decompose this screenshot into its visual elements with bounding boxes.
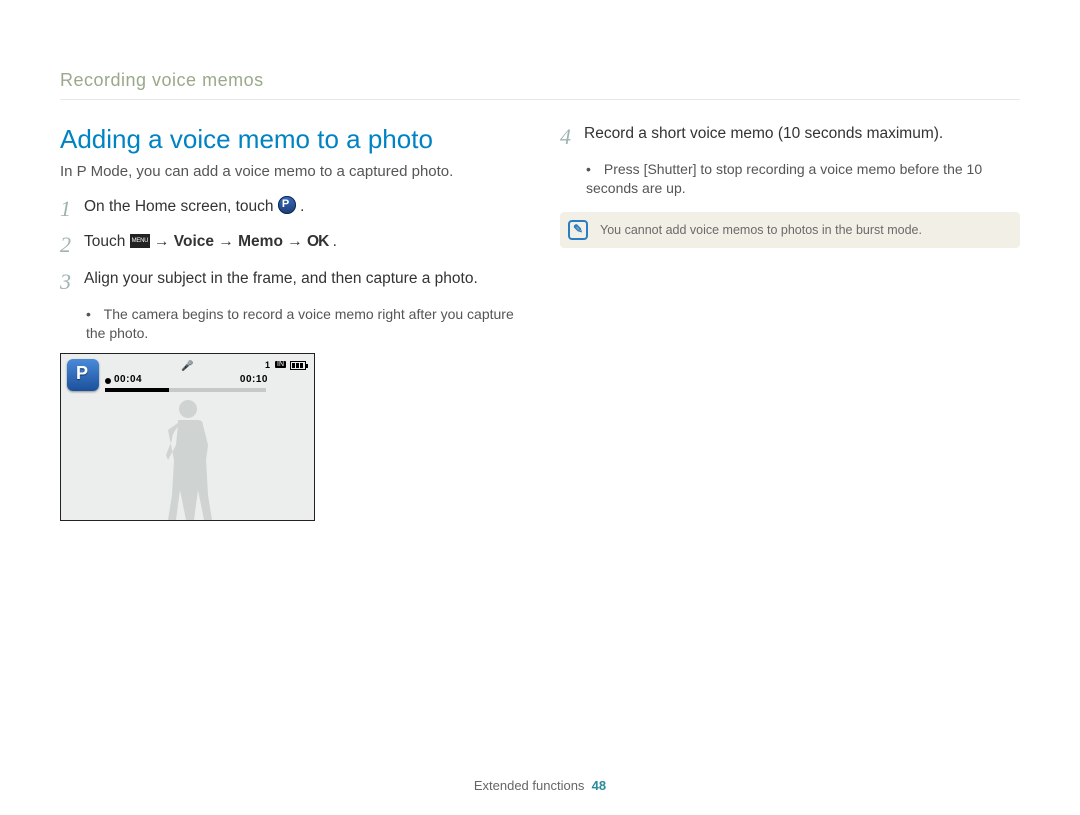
step-1-text-post: . <box>300 198 304 215</box>
record-progress <box>105 388 266 392</box>
step-number: 1 <box>60 196 84 222</box>
arrow-sep: → <box>154 233 174 250</box>
note-text: You cannot add voice memos to photos in … <box>600 223 922 237</box>
step-body: On the Home screen, touch . <box>84 196 304 222</box>
step-body: Align your subject in the frame, and the… <box>84 269 478 295</box>
bullet-text-pre: Press [ <box>604 161 648 177</box>
note-icon: ✎ <box>568 220 588 240</box>
right-column: 4 Record a short voice memo (10 seconds … <box>560 124 1020 521</box>
note-box: ✎ You cannot add voice memos to photos i… <box>560 212 1020 248</box>
record-dot-icon <box>105 378 111 384</box>
page-footer: Extended functions 48 <box>0 778 1080 793</box>
step-number: 2 <box>60 232 84 258</box>
two-column-layout: Adding a voice memo to a photo In P Mode… <box>60 124 1020 521</box>
bullet-dot: • <box>86 305 100 324</box>
p-mode-icon <box>278 196 296 214</box>
step-2: 2 Touch → Voice → Memo → OK . <box>60 232 520 258</box>
intro-text: In P Mode, you can add a voice memo to a… <box>60 163 520 180</box>
elapsed-time: 00:04 <box>114 374 142 385</box>
bullet-text: The camera begins to record a voice memo… <box>86 306 514 341</box>
footer-section: Extended functions <box>474 778 585 793</box>
step-number: 4 <box>560 124 584 150</box>
storage-in-badge: IN <box>275 361 286 368</box>
arrow-sep: → <box>287 233 307 250</box>
memo-label: Memo <box>238 233 283 250</box>
step-3: 3 Align your subject in the frame, and t… <box>60 269 520 295</box>
step-1: 1 On the Home screen, touch . <box>60 196 520 222</box>
step-body: Touch → Voice → Memo → OK . <box>84 232 337 258</box>
ok-icon: OK <box>307 233 328 250</box>
p-badge-icon <box>67 359 99 391</box>
step-2-post: . <box>333 233 337 250</box>
step-4-bullet: • Press [Shutter] to stop recording a vo… <box>586 160 1020 198</box>
menu-icon <box>130 234 150 248</box>
step-3-bullet: • The camera begins to record a voice me… <box>86 305 520 343</box>
progress-fill <box>105 388 169 392</box>
manual-page: Recording voice memos Adding a voice mem… <box>0 0 1080 815</box>
battery-icon <box>290 361 306 370</box>
step-4: 4 Record a short voice memo (10 seconds … <box>560 124 1020 150</box>
arrow-sep: → <box>218 233 238 250</box>
mic-icon: 🎤 <box>181 361 193 372</box>
step-1-text-pre: On the Home screen, touch <box>84 198 278 215</box>
breadcrumb: Recording voice memos <box>60 70 1020 100</box>
step-body: Record a short voice memo (10 seconds ma… <box>584 124 943 150</box>
bullet-dot: • <box>586 160 600 179</box>
footer-page-number: 48 <box>592 778 606 793</box>
camera-screen-preview: 00:04 🎤 1 IN 00:10 <box>60 353 315 521</box>
voice-label: Voice <box>174 233 214 250</box>
left-column: Adding a voice memo to a photo In P Mode… <box>60 124 520 521</box>
shutter-label: Shutter <box>647 161 692 177</box>
step-number: 3 <box>60 269 84 295</box>
section-heading: Adding a voice memo to a photo <box>60 124 520 155</box>
subject-silhouette <box>148 395 228 520</box>
step-2-pre: Touch <box>84 233 130 250</box>
total-time: 00:10 <box>240 374 268 385</box>
camera-topbar: 00:04 🎤 1 IN 00:10 <box>65 358 310 394</box>
shot-count: 1 <box>265 360 270 370</box>
